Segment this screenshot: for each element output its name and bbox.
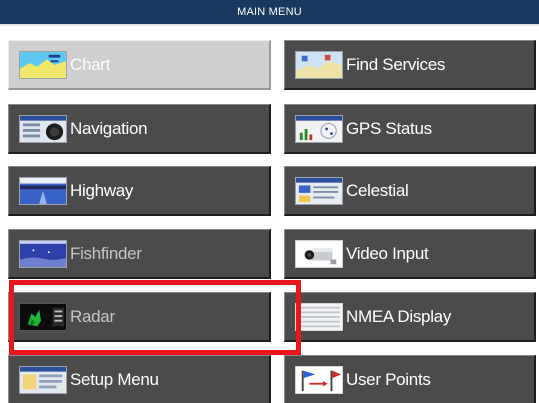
gps-status-button[interactable]: GPS Status <box>284 104 536 154</box>
chart-button[interactable]: Chart <box>8 40 271 90</box>
fishfinder-label: Fishfinder <box>70 243 142 263</box>
celestial-label: Celestial <box>346 180 409 200</box>
fishfinder-button[interactable]: Fishfinder <box>8 229 271 279</box>
highway-button[interactable]: Highway <box>8 166 271 216</box>
fishfinder-thumbnail-icon <box>19 239 67 268</box>
highway-label: Highway <box>70 180 134 200</box>
main-menu-title: MAIN MENU <box>0 0 539 26</box>
nmea-display-thumbnail-icon <box>295 302 343 331</box>
navigation-label: Navigation <box>70 118 148 138</box>
setup-menu-button[interactable]: Setup Menu <box>8 355 271 403</box>
video-camera-icon <box>295 239 343 268</box>
chart-thumbnail-icon <box>19 50 67 79</box>
video-input-button[interactable]: Video Input <box>284 229 536 279</box>
chart-label: Chart <box>70 54 111 74</box>
radar-thumbnail-icon <box>19 302 67 331</box>
highway-thumbnail-icon <box>19 176 67 205</box>
radar-label: Radar <box>70 306 115 326</box>
find-services-thumbnail-icon <box>295 50 343 79</box>
gps-status-label: GPS Status <box>346 118 432 138</box>
find-services-label: Find Services <box>346 54 446 74</box>
navigation-button[interactable]: Navigation <box>8 104 271 154</box>
celestial-button[interactable]: Celestial <box>284 166 536 216</box>
celestial-thumbnail-icon <box>295 176 343 205</box>
user-points-button[interactable]: User Points <box>284 355 536 403</box>
user-points-label: User Points <box>346 369 431 389</box>
nmea-display-label: NMEA Display <box>346 306 452 326</box>
radar-button[interactable]: Radar <box>8 292 271 342</box>
nmea-display-button[interactable]: NMEA Display <box>284 292 536 342</box>
gps-status-thumbnail-icon <box>295 114 343 143</box>
setup-menu-thumbnail-icon <box>19 365 67 394</box>
user-points-flags-icon <box>295 365 343 394</box>
setup-menu-label: Setup Menu <box>70 369 159 389</box>
navigation-thumbnail-icon <box>19 114 67 143</box>
video-input-label: Video Input <box>346 243 429 263</box>
find-services-button[interactable]: Find Services <box>284 40 536 90</box>
